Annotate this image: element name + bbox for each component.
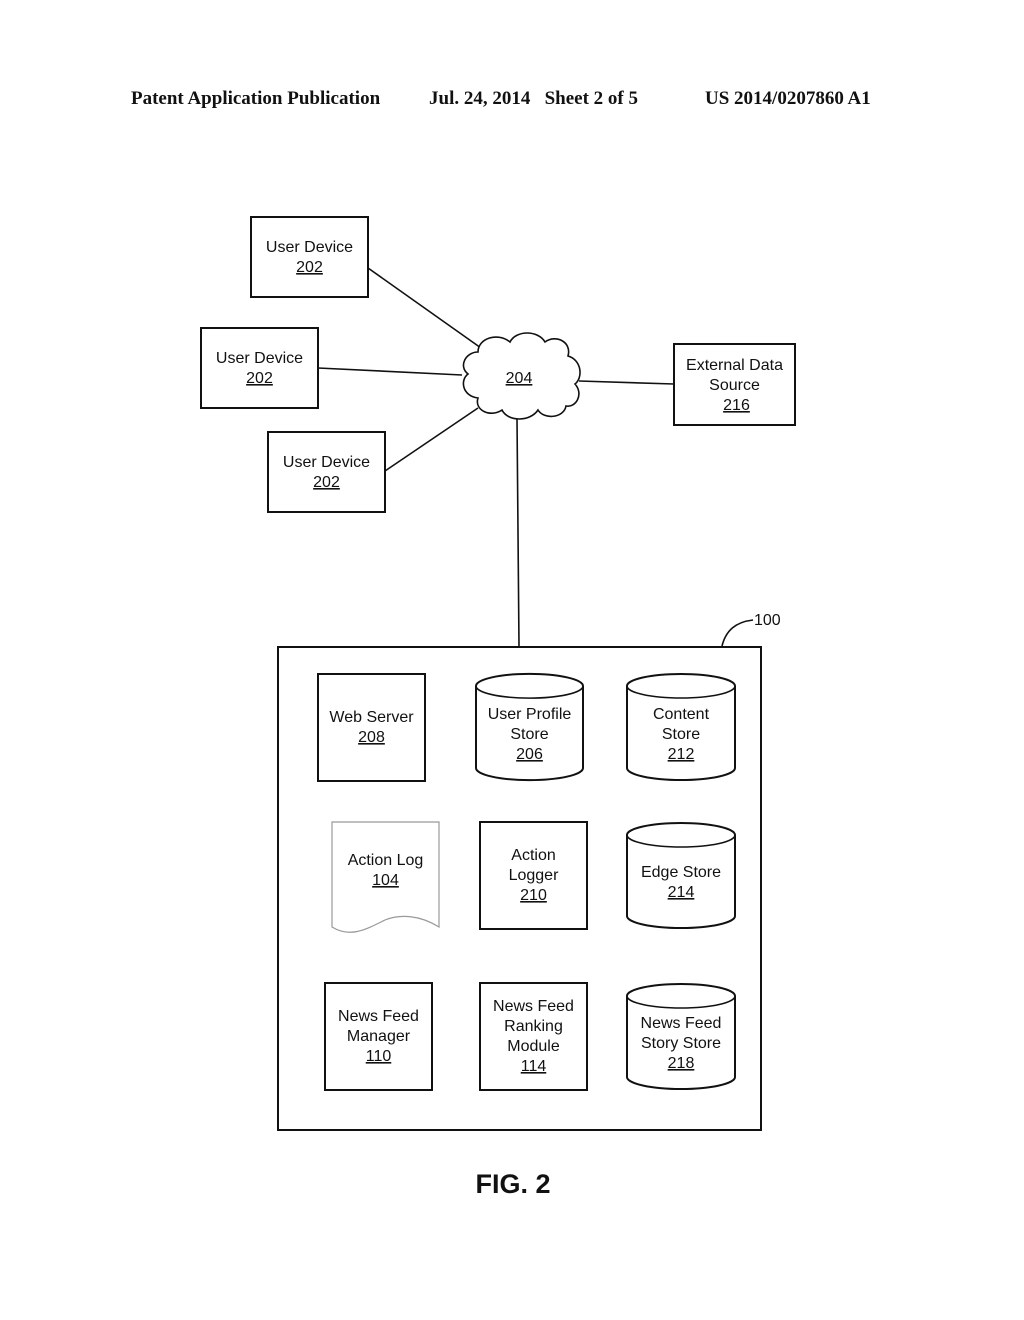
user-device-1: User Device 202 [250, 216, 369, 298]
edge-store-label: Edge Store [641, 864, 721, 881]
link-network-system [516, 417, 520, 647]
action-logger-line2: Logger [509, 867, 559, 884]
web-server-ref: 208 [358, 729, 385, 746]
content-store-ref: 212 [668, 746, 695, 763]
story-store-line2: Story Store [641, 1035, 721, 1052]
external-source-line1: External Data [686, 357, 783, 374]
user-device-1-ref: 202 [296, 259, 323, 276]
news-feed-manager-line1: News Feed [338, 1008, 419, 1025]
edge-store: Edge Store 214 [626, 822, 736, 929]
user-device-2: User Device 202 [200, 327, 319, 409]
content-store-line2: Store [662, 726, 700, 743]
external-source-ref: 216 [723, 397, 750, 414]
link-device3-network [384, 407, 479, 472]
system-ref-leader [721, 619, 754, 647]
external-source-line2: Source [709, 377, 760, 394]
story-store-ref: 218 [668, 1055, 695, 1072]
action-logger: Action Logger 210 [479, 821, 588, 930]
user-profile-store-line2: Store [510, 726, 548, 743]
story-store-line1: News Feed [641, 1015, 722, 1032]
action-logger-line1: Action [511, 847, 555, 864]
link-device1-network [367, 267, 482, 349]
edge-store-ref: 214 [668, 884, 695, 901]
user-device-3-label: User Device [283, 454, 370, 471]
news-feed-story-store: News Feed Story Store 218 [626, 983, 736, 1090]
link-device2-network [317, 367, 463, 376]
external-data-source: External Data Source 216 [673, 343, 796, 426]
user-device-3: User Device 202 [267, 431, 386, 513]
link-network-external [578, 380, 675, 385]
news-feed-manager: News Feed Manager 110 [324, 982, 433, 1091]
network-cloud: 204 [462, 332, 581, 420]
content-store: Content Store 212 [626, 673, 736, 781]
user-device-3-ref: 202 [313, 474, 340, 491]
action-logger-ref: 210 [520, 887, 547, 904]
news-feed-manager-ref: 110 [366, 1048, 392, 1065]
figure-diagram: User Device 202 User Device 202 User Dev… [200, 216, 796, 1199]
user-profile-store-line1: User Profile [488, 706, 572, 723]
system-ref: 100 [754, 612, 781, 629]
action-log: Action Log 104 [331, 821, 440, 933]
action-log-label: Action Log [348, 852, 424, 869]
content-store-line1: Content [653, 706, 710, 723]
ranking-module-line1: News Feed [493, 998, 574, 1015]
ranking-module-line3: Module [507, 1038, 560, 1055]
user-device-2-label: User Device [216, 350, 303, 367]
web-server-label: Web Server [329, 709, 414, 726]
ranking-module-ref: 114 [521, 1058, 547, 1075]
web-server: Web Server 208 [317, 673, 426, 782]
user-profile-store: User Profile Store 206 [475, 672, 584, 782]
ranking-module-line2: Ranking [504, 1018, 563, 1035]
action-log-ref: 104 [372, 872, 399, 889]
user-device-2-ref: 202 [246, 370, 273, 387]
news-feed-ranking-module: News Feed Ranking Module 114 [479, 982, 588, 1091]
user-profile-store-ref: 206 [516, 746, 543, 763]
figure-label: FIG. 2 [475, 1169, 550, 1199]
network-ref: 204 [506, 370, 533, 387]
user-device-1-label: User Device [266, 239, 353, 256]
news-feed-manager-line2: Manager [347, 1028, 411, 1045]
